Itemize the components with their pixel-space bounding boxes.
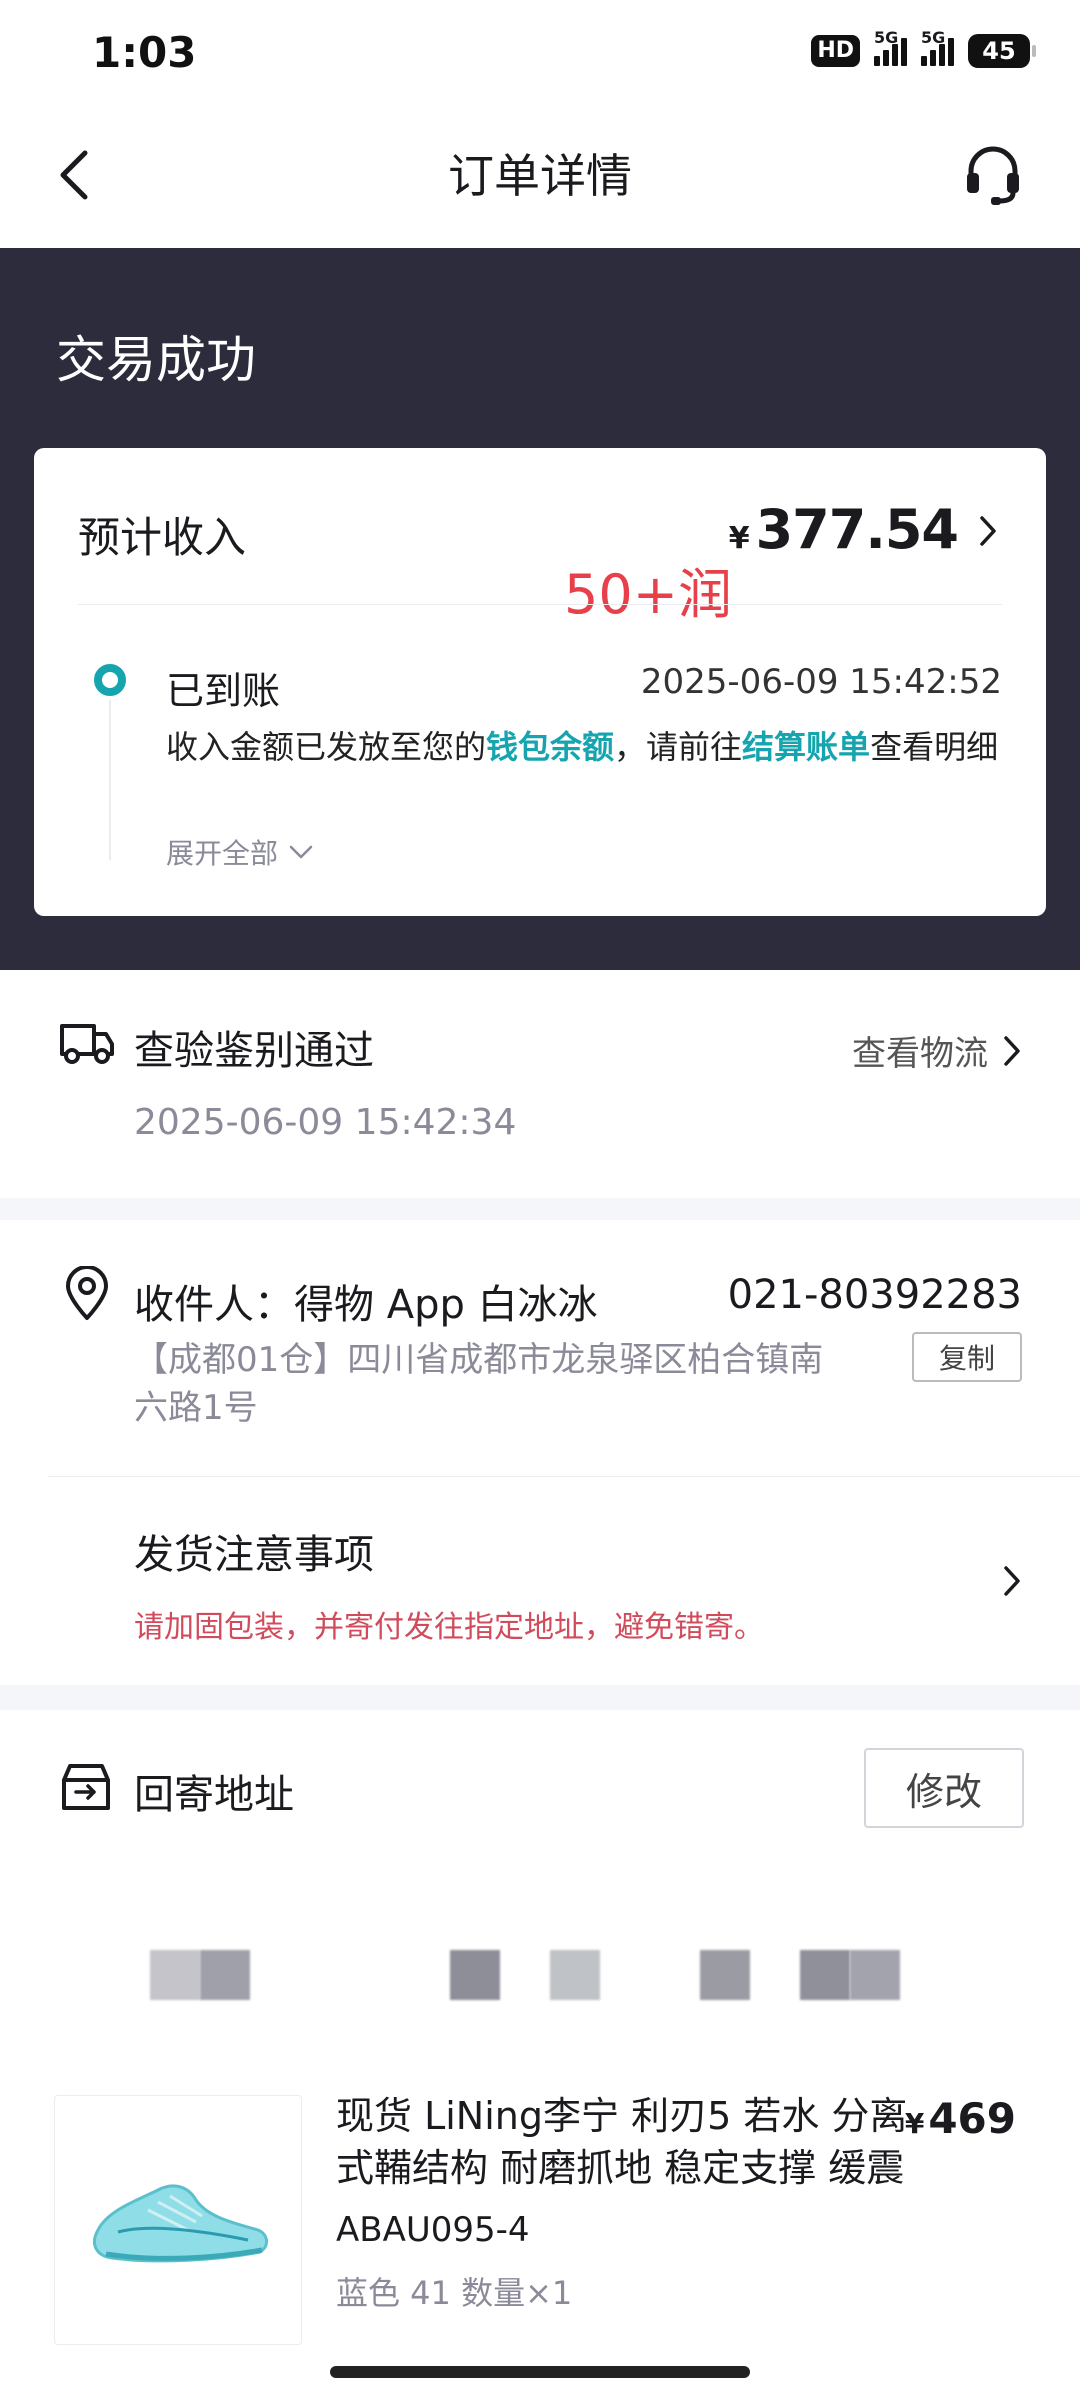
inspection-time: 2025-06-09 15:42:34 bbox=[134, 1102, 517, 1143]
divider bbox=[78, 604, 1002, 605]
product-sku: ABAU095-4 bbox=[336, 2210, 530, 2250]
chevron-down-icon bbox=[289, 845, 313, 859]
receiver-address: 【成都01仓】四川省成都市龙泉驿区柏合镇南六路1号 bbox=[134, 1340, 824, 1428]
expand-all-button[interactable]: 展开全部 bbox=[166, 832, 314, 872]
customer-service-button[interactable] bbox=[958, 140, 1028, 210]
return-address-section: 回寄地址 修改 现货 LiNing李宁 利刃5 若水 分离式鞴结构 耐磨抓地 稳… bbox=[0, 1710, 1080, 2400]
product-image[interactable] bbox=[54, 2095, 302, 2345]
income-label: 预计收入 bbox=[78, 513, 247, 562]
return-address-title: 回寄地址 bbox=[134, 1772, 294, 1818]
inspection-title: 查验鉴别通过 bbox=[134, 1028, 374, 1074]
view-logistics-label: 查看物流 bbox=[852, 1034, 988, 1074]
timeline-line bbox=[109, 700, 111, 860]
nav-header: 订单详情 bbox=[0, 110, 1080, 248]
status-bar: 1:03 HD 5G 5G 45 bbox=[0, 0, 1080, 110]
product-spec: 蓝色 41 数量×1 bbox=[336, 2274, 573, 2312]
copy-button[interactable]: 复制 bbox=[912, 1332, 1022, 1382]
desc-text: 收入金额已发放至您的 bbox=[166, 728, 487, 766]
edit-button[interactable]: 修改 bbox=[864, 1748, 1024, 1828]
currency-symbol: ¥ bbox=[904, 2107, 925, 2140]
signal-icon: 5G bbox=[874, 28, 907, 66]
price-value: 469 bbox=[928, 2094, 1016, 2143]
sneaker-image bbox=[93, 2184, 268, 2263]
shipping-notice-desc: 请加固包装，并寄付发往指定地址，避免错寄。 bbox=[134, 1610, 764, 1645]
order-status-banner: 交易成功 预计收入 ¥ 377.54 50+润 已到账 2025-06-09 1… bbox=[0, 248, 1080, 970]
expand-label: 展开全部 bbox=[166, 837, 279, 870]
chevron-right-icon bbox=[1004, 1566, 1020, 1596]
profit-annotation: 50+润 bbox=[564, 563, 732, 626]
signal-label-2: 5G bbox=[921, 28, 946, 47]
settlement-bill-link[interactable]: 结算账单 bbox=[742, 728, 870, 766]
income-amount: 377.54 bbox=[755, 498, 959, 561]
redacted-address bbox=[0, 1950, 1080, 2010]
truck-icon bbox=[60, 1024, 114, 1064]
return-box-icon bbox=[62, 1764, 110, 1810]
chevron-right-icon bbox=[980, 516, 996, 546]
timeline-dot-icon bbox=[94, 664, 126, 696]
timeline-title: 已到账 bbox=[166, 669, 281, 713]
home-indicator[interactable] bbox=[330, 2366, 750, 2378]
receiver-section: 收件人：得物 App 白冰冰 021-80392283 【成都01仓】四川省成都… bbox=[0, 1220, 1080, 1685]
order-status: 交易成功 bbox=[56, 331, 256, 389]
battery-icon: 45 bbox=[968, 34, 1036, 68]
signal-icon-2: 5G bbox=[921, 28, 954, 66]
view-logistics-button[interactable]: 查看物流 bbox=[852, 1026, 1022, 1075]
income-amount-link[interactable]: ¥ 377.54 bbox=[729, 498, 998, 561]
desc-text: 查看明细 bbox=[870, 728, 999, 766]
inspection-section: 查验鉴别通过 查看物流 2025-06-09 15:42:34 bbox=[0, 970, 1080, 1198]
divider bbox=[48, 1476, 1080, 1477]
product-price: ¥ 469 bbox=[905, 2094, 1016, 2143]
desc-text: ，请前往 bbox=[614, 728, 743, 766]
hd-icon: HD bbox=[811, 35, 860, 67]
status-icons: HD 5G 5G 45 bbox=[811, 28, 1036, 68]
page-title: 订单详情 bbox=[448, 149, 632, 203]
chevron-right-icon bbox=[1004, 1035, 1020, 1066]
timeline-time: 2025-06-09 15:42:52 bbox=[640, 662, 1002, 702]
signal-label: 5G bbox=[874, 28, 899, 47]
location-pin-icon bbox=[66, 1266, 108, 1320]
product-name[interactable]: 现货 LiNing李宁 利刃5 若水 分离式鞴结构 耐磨抓地 稳定支撑 缓震 bbox=[336, 2090, 916, 2194]
shipping-notice-title[interactable]: 发货注意事项 bbox=[134, 1522, 374, 1580]
headset-icon bbox=[967, 146, 1019, 205]
receiver-phone: 021-80392283 bbox=[727, 1272, 1022, 1318]
receiver-name: 收件人：得物 App 白冰冰 bbox=[134, 1282, 598, 1328]
status-time: 1:03 bbox=[92, 28, 197, 77]
income-card: 预计收入 ¥ 377.54 50+润 已到账 2025-06-09 15:42:… bbox=[34, 448, 1046, 916]
wallet-balance-link[interactable]: 钱包余额 bbox=[486, 728, 614, 766]
timeline-description: 收入金额已发放至您的钱包余额，请前往结算账单查看明细 bbox=[166, 724, 1002, 770]
